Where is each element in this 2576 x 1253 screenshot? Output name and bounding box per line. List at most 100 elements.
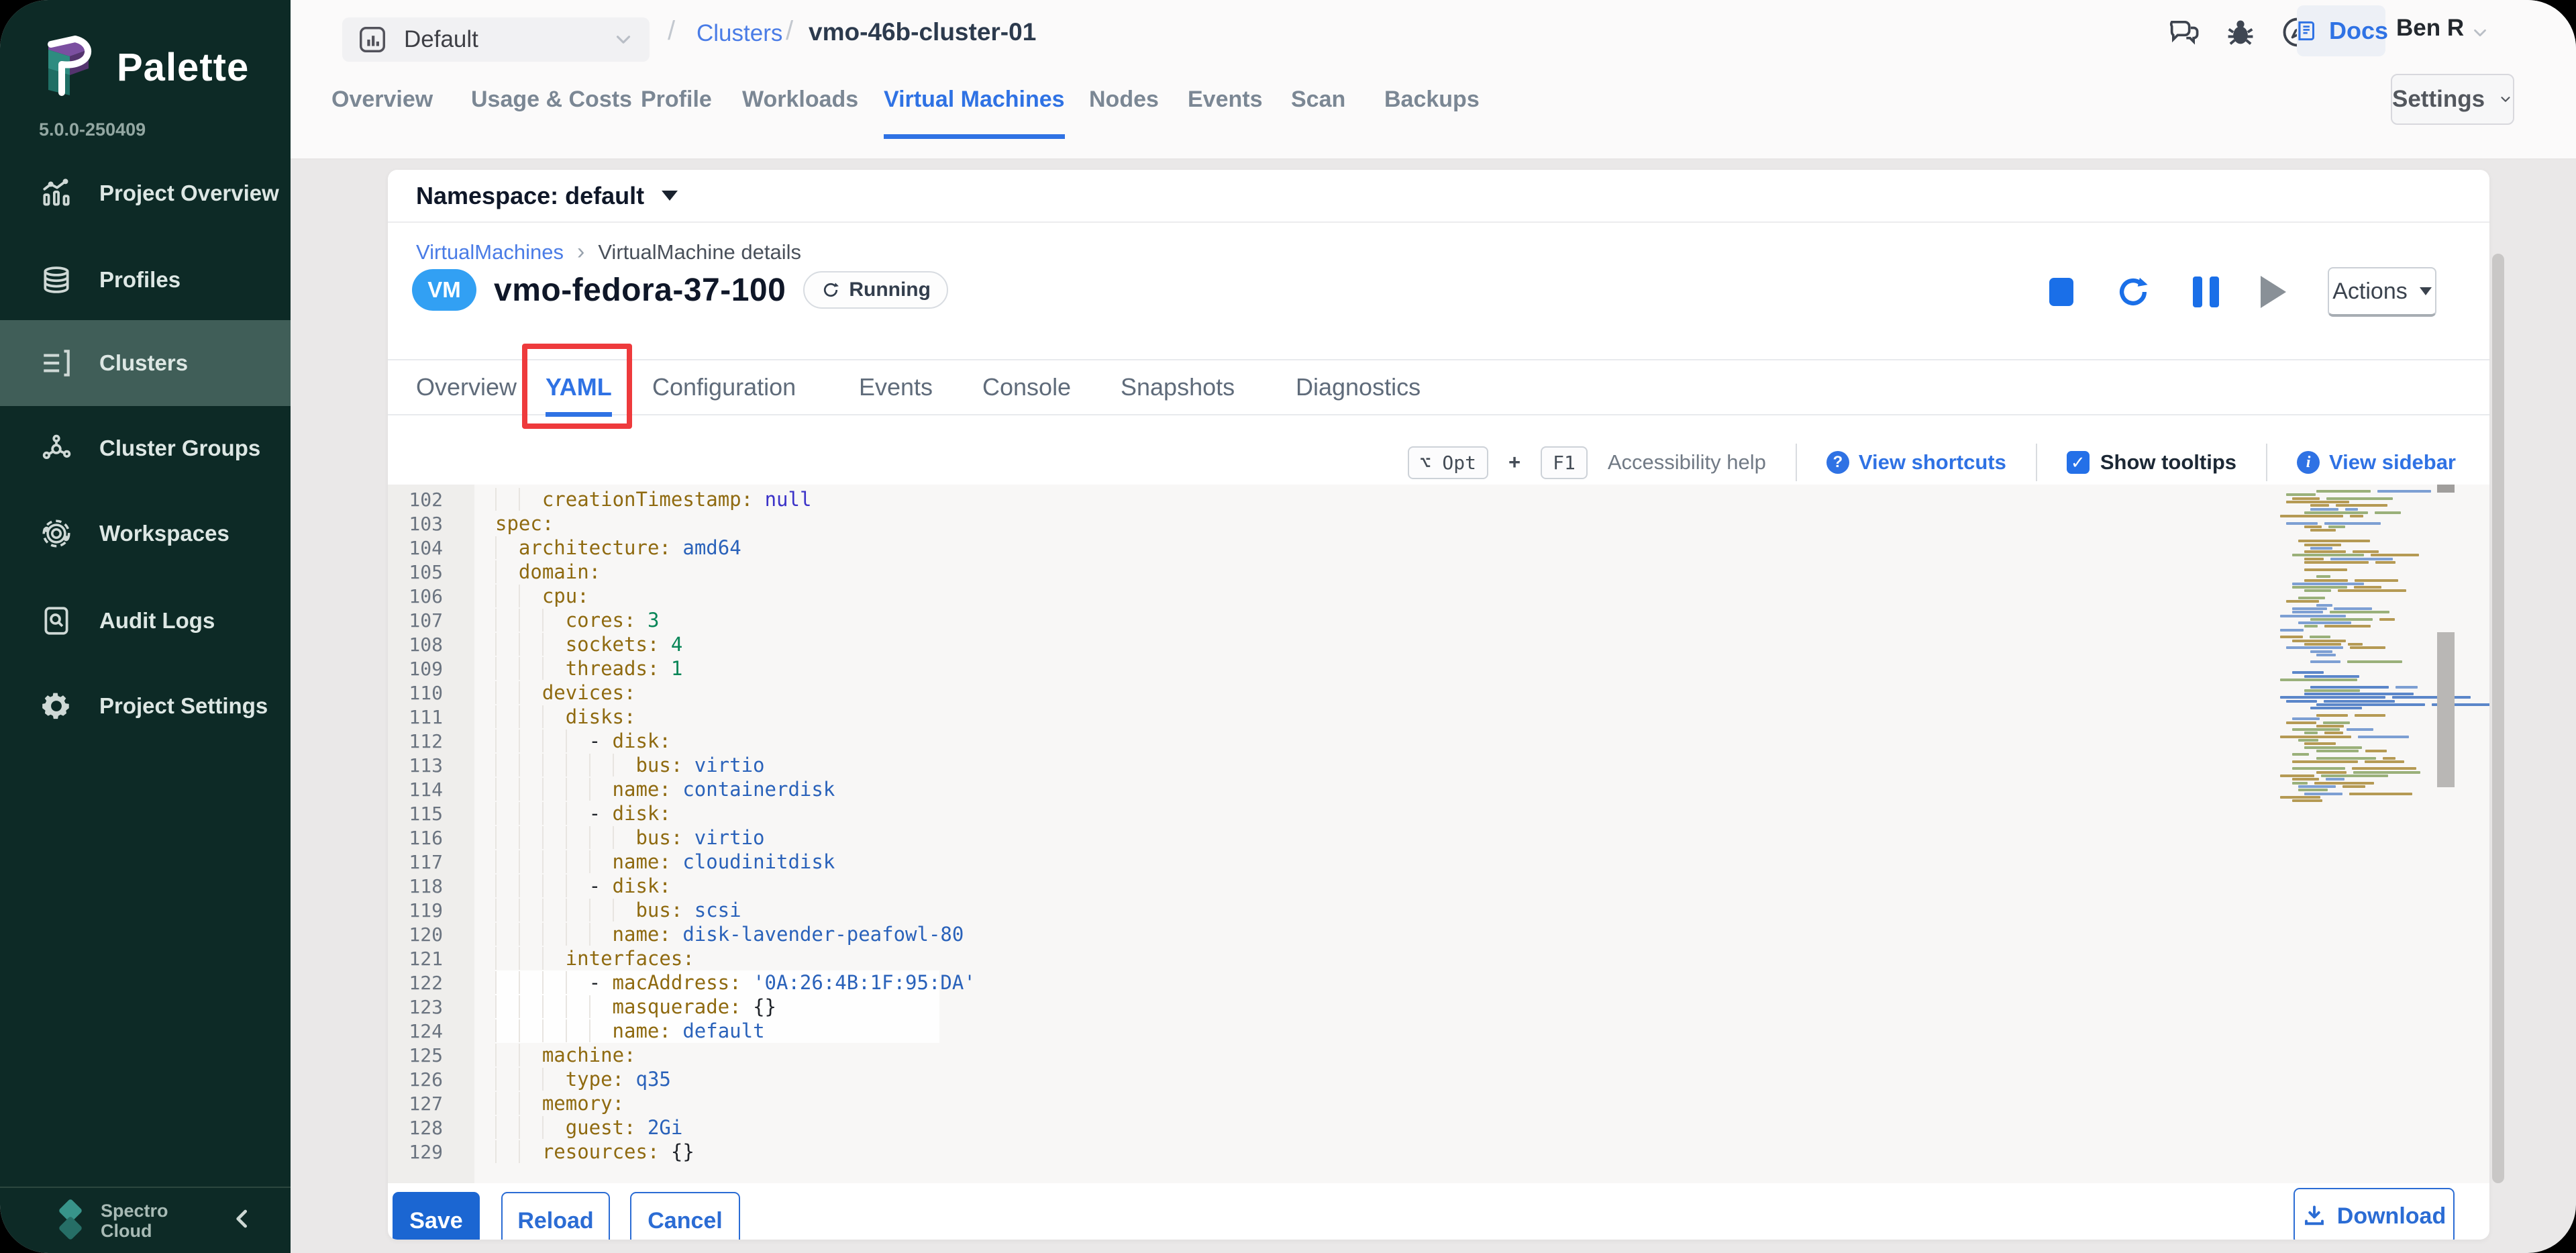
reload-button[interactable]: Reload: [501, 1192, 610, 1240]
editor-code: 102 creationTimestamp: null103spec:104 a…: [388, 487, 2441, 1164]
minimap-line: [2292, 753, 2309, 756]
minimap-line: [2314, 782, 2375, 785]
vm-tab-yaml[interactable]: YAML: [546, 372, 612, 417]
yaml-editor[interactable]: 102 creationTimestamp: null103spec:104 a…: [388, 485, 2489, 1183]
view-shortcuts-link[interactable]: ? View shortcuts: [1826, 450, 2006, 474]
sidebar-item-cluster-groups[interactable]: Cluster Groups: [0, 405, 291, 491]
chat-icon[interactable]: [2166, 15, 2201, 50]
code-line: 114 name: containerdisk: [388, 777, 2441, 801]
line-number: 118: [388, 875, 443, 897]
sidebar-item-audit-logs[interactable]: Audit Logs: [0, 578, 291, 664]
actions-dropdown-button[interactable]: Actions: [2328, 267, 2436, 317]
tab-backups[interactable]: Backups: [1384, 86, 1480, 134]
vm-tab-overview[interactable]: Overview: [416, 372, 517, 412]
minimap-line: [2304, 732, 2318, 734]
tab-overview[interactable]: Overview: [331, 86, 433, 134]
cancel-button[interactable]: Cancel: [630, 1192, 740, 1240]
namespace-selector[interactable]: Namespace: default: [416, 182, 644, 210]
layers-icon: [39, 262, 74, 297]
show-tooltips-toggle[interactable]: ✓ Show tooltips: [2067, 450, 2236, 474]
download-button[interactable]: Download: [2294, 1188, 2455, 1240]
tab-virtual-machines[interactable]: Virtual Machines: [884, 86, 1065, 139]
code-line: 110 devices:: [388, 681, 2441, 705]
pause-button[interactable]: [2193, 277, 2219, 307]
minimap-line: [2310, 650, 2332, 653]
palette-logo-icon: [38, 34, 99, 101]
virtualmachines-link[interactable]: VirtualMachines: [416, 240, 564, 264]
project-selector[interactable]: Default: [342, 17, 650, 62]
namespace-bar[interactable]: Namespace: default: [388, 170, 2489, 223]
settings-button[interactable]: Settings: [2391, 74, 2514, 125]
minimap-line: [2323, 721, 2350, 724]
minimap-line: [2310, 707, 2362, 709]
minimap-line: [2298, 540, 2370, 542]
minimap-line: [2330, 611, 2389, 613]
sidebar-item-project-settings[interactable]: Project Settings: [0, 663, 291, 749]
sidebar-item-profiles[interactable]: Profiles: [0, 237, 291, 323]
view-sidebar-link[interactable]: i View sidebar: [2297, 450, 2456, 474]
minimap-line: [2280, 679, 2357, 681]
docs-button[interactable]: Docs: [2297, 5, 2385, 56]
tab-nodes[interactable]: Nodes: [1089, 86, 1159, 134]
minimap-line: [2304, 568, 2347, 571]
minimap-line: [2316, 575, 2330, 578]
editor-scrollbar[interactable]: [2437, 632, 2455, 787]
plus-label: +: [1508, 450, 1521, 474]
save-button[interactable]: Save: [393, 1192, 480, 1240]
actions-label: Actions: [2332, 279, 2408, 305]
minimap-line: [2310, 547, 2332, 550]
minimap-line: [2324, 522, 2381, 525]
show-tooltips-checkbox[interactable]: ✓: [2067, 451, 2090, 474]
minimap-line: [2321, 774, 2388, 777]
user-menu[interactable]: Ben R: [2396, 15, 2464, 42]
caret-down-icon: [662, 191, 678, 201]
code-line: 128 guest: 2Gi: [388, 1115, 2441, 1140]
minimap-line: [2355, 714, 2385, 717]
minimap-line: [2292, 611, 2323, 613]
tab-usage-costs[interactable]: Usage & Costs: [471, 86, 632, 134]
minimap-line: [2316, 750, 2359, 752]
sidebar-item-project-overview[interactable]: Project Overview: [0, 150, 291, 236]
bar-chart-icon: [39, 176, 74, 211]
tab-profile[interactable]: Profile: [641, 86, 712, 134]
vm-tab-snapshots[interactable]: Snapshots: [1121, 372, 1235, 412]
minimap-line: [2310, 636, 2330, 638]
accessibility-help-label: Accessibility help: [1608, 450, 1766, 474]
minimap-line: [2292, 640, 2346, 642]
minimap-line: [2392, 696, 2471, 699]
code-line: 124 name: default: [388, 1019, 2441, 1043]
workspaces-icon: [39, 516, 74, 551]
vm-tab-console[interactable]: Console: [982, 372, 1071, 412]
code-line: 104 architecture: amd64: [388, 536, 2441, 560]
minimap-line: [2304, 793, 2342, 795]
restart-button[interactable]: [2115, 274, 2151, 310]
sidebar-item-label: Project Overview: [99, 181, 279, 206]
page-scrollbar[interactable]: [2492, 254, 2504, 1183]
play-button[interactable]: [2261, 276, 2286, 308]
vm-tab-diagnostics[interactable]: Diagnostics: [1296, 372, 1421, 412]
code-line: 120 name: disk-lavender-peafowl-80: [388, 922, 2441, 946]
minimap-line: [2280, 629, 2304, 632]
breadcrumb-clusters-link[interactable]: Clusters: [697, 20, 782, 47]
tab-events[interactable]: Events: [1188, 86, 1263, 134]
editor-overview-ruler: [2437, 485, 2455, 493]
minimap-line: [2304, 550, 2346, 553]
vm-tab-configuration[interactable]: Configuration: [652, 372, 796, 412]
sidebar-item-workspaces[interactable]: Workspaces: [0, 491, 291, 577]
bug-report-icon[interactable]: [2223, 15, 2258, 50]
minimap-line: [2326, 497, 2393, 500]
line-number: 117: [388, 851, 443, 873]
minimap-line: [2280, 736, 2351, 738]
info-circle-icon: i: [2297, 451, 2320, 474]
tab-scan[interactable]: Scan: [1291, 86, 1345, 134]
tab-workloads[interactable]: Workloads: [742, 86, 858, 134]
stop-button[interactable]: [2049, 278, 2073, 306]
minimap-line: [2304, 643, 2341, 646]
sidebar-collapse-button[interactable]: [228, 1204, 258, 1234]
vm-tab-events[interactable]: Events: [859, 372, 933, 412]
minimap-line: [2286, 493, 2316, 496]
minimap-line: [2292, 554, 2364, 556]
editor-minimap[interactable]: [2280, 490, 2436, 807]
sidebar-item-clusters[interactable]: Clusters: [0, 320, 291, 406]
minimap-line: [2353, 771, 2421, 774]
